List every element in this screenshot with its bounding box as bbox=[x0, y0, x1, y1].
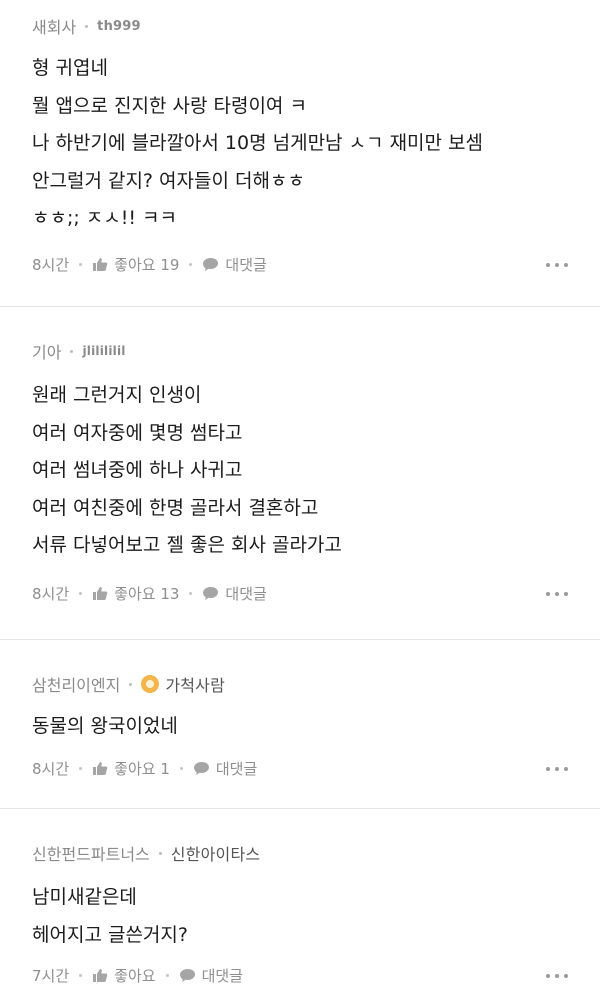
comment-line: 서류 다넣어보고 젤 좋은 회사 골라가고 bbox=[32, 534, 342, 556]
reply-button[interactable]: 대댓글 bbox=[202, 254, 267, 275]
separator-dot bbox=[79, 592, 83, 595]
more-options-icon[interactable] bbox=[546, 591, 568, 596]
comment-actions: 8시간 좋아요 1 대댓글 bbox=[32, 758, 568, 779]
badge-icon bbox=[141, 675, 160, 693]
comment-author[interactable]: 새회사 th999 bbox=[32, 0, 568, 38]
author-company: 삼천리이엔지 bbox=[32, 676, 121, 695]
comment-line: 원래 그런거지 인생이 bbox=[32, 384, 202, 406]
thumbs-up-icon bbox=[93, 587, 108, 600]
comment-item: 삼천리이엔지 가척사람 동물의 왕국이었네 8시간 좋아요 1 대댓글 bbox=[0, 640, 600, 808]
separator-dot bbox=[179, 767, 183, 770]
comment-time: 8시간 bbox=[32, 256, 70, 274]
separator-dot bbox=[189, 592, 193, 595]
comment-author[interactable]: 신한펀드파트너스 신한아이타스 bbox=[32, 809, 568, 865]
like-label: 좋아요 1 bbox=[114, 760, 170, 778]
like-button[interactable]: 좋아요 19 bbox=[92, 254, 179, 275]
thumbs-up-icon bbox=[93, 969, 108, 982]
reply-label: 대댓글 bbox=[201, 967, 243, 985]
separator-dot bbox=[79, 767, 83, 770]
comment-line: 여러 여친중에 한명 골라서 결혼하고 bbox=[32, 496, 319, 519]
like-button[interactable]: 좋아요 1 bbox=[92, 758, 170, 779]
author-company: 신한펀드파트너스 bbox=[32, 845, 150, 864]
comment-body: 형 귀엽네 뭘 앱으로 진지한 사랑 타령이여 ㅋ 나 하반기에 블라깔아서 1… bbox=[32, 50, 568, 238]
comment-line: 헤어지고 글쓴거지? bbox=[32, 923, 188, 946]
thumbs-up-icon bbox=[93, 762, 108, 775]
comment-item: 신한펀드파트너스 신한아이타스 남미새같은데 헤어지고 글쓴거지? 7시간 좋아… bbox=[0, 809, 600, 1007]
reply-button[interactable]: 대댓글 bbox=[179, 965, 243, 986]
comment-line: 동물의 왕국이었네 bbox=[32, 715, 178, 737]
comment-author[interactable]: 기아 jlilililil bbox=[32, 307, 568, 363]
comment-line: 안그럴거 같지? 여자들이 더해ㅎㅎ bbox=[32, 169, 305, 192]
like-label: 좋아요 13 bbox=[114, 585, 180, 603]
more-options-icon[interactable] bbox=[546, 973, 568, 978]
comment-line: 여러 썸녀중에 하나 사귀고 bbox=[32, 459, 243, 481]
like-label: 좋아요 19 bbox=[114, 256, 180, 274]
separator-dot bbox=[158, 851, 162, 855]
author-company: 새회사 bbox=[32, 18, 77, 37]
reply-label: 대댓글 bbox=[225, 256, 267, 274]
separator-dot bbox=[79, 974, 83, 977]
comment-body: 원래 그런거지 인생이 여러 여자중에 몇명 썸타고 여러 썸녀중에 하나 사귀… bbox=[32, 377, 568, 565]
comment-line: ㅎㅎ;; ㅈㅅ!! ㅋㅋ bbox=[32, 207, 177, 229]
author-nickname: jlilililil bbox=[82, 344, 126, 358]
like-button[interactable]: 좋아요 13 bbox=[92, 583, 179, 604]
comment-actions: 8시간 좋아요 19 대댓글 bbox=[32, 254, 568, 275]
comment-time: 8시간 bbox=[32, 585, 70, 603]
comment-line: 나 하반기에 블라깔아서 10명 넘게만남 ㅅㄱ 재미만 보셈 bbox=[32, 132, 484, 154]
comment-item: 새회사 th999 형 귀엽네 뭘 앱으로 진지한 사랑 타령이여 ㅋ 나 하반… bbox=[0, 0, 600, 306]
like-button[interactable]: 좋아요 bbox=[92, 965, 156, 986]
comment-line: 형 귀엽네 bbox=[32, 57, 108, 79]
author-company: 기아 bbox=[32, 343, 62, 362]
comment-line: 남미새같은데 bbox=[32, 886, 137, 908]
speech-bubble-icon bbox=[179, 969, 195, 982]
comment-actions: 8시간 좋아요 13 대댓글 bbox=[32, 583, 568, 604]
reply-label: 대댓글 bbox=[215, 760, 258, 778]
author-nickname: 신한아이타스 bbox=[170, 845, 261, 864]
speech-bubble-icon bbox=[203, 587, 219, 600]
comment-line: 여러 여자중에 몇명 썸타고 bbox=[32, 421, 243, 444]
more-options-icon[interactable] bbox=[546, 262, 568, 267]
comment-item: 기아 jlilililil 원래 그런거지 인생이 여러 여자중에 몇명 썸타고… bbox=[0, 307, 600, 639]
like-label: 좋아요 bbox=[114, 967, 156, 985]
more-options-icon[interactable] bbox=[546, 766, 568, 771]
separator-dot bbox=[165, 974, 169, 977]
separator-dot bbox=[79, 263, 83, 266]
reply-button[interactable]: 대댓글 bbox=[202, 583, 267, 604]
speech-bubble-icon bbox=[203, 258, 219, 271]
reply-button[interactable]: 대댓글 bbox=[193, 758, 257, 779]
author-nickname: 가척사람 bbox=[165, 676, 226, 695]
author-nickname: th999 bbox=[97, 18, 141, 34]
comment-actions: 7시간 좋아요 대댓글 bbox=[32, 965, 568, 986]
separator-dot bbox=[189, 263, 193, 266]
thumbs-up-icon bbox=[93, 258, 108, 271]
separator-dot bbox=[70, 349, 74, 353]
comment-line: 뭘 앱으로 진지한 사랑 타령이여 ㅋ bbox=[32, 94, 307, 117]
comment-time: 8시간 bbox=[32, 760, 70, 778]
comment-body: 남미새같은데 헤어지고 글쓴거지? bbox=[32, 879, 568, 954]
separator-dot bbox=[129, 682, 133, 686]
reply-label: 대댓글 bbox=[225, 585, 267, 603]
speech-bubble-icon bbox=[193, 762, 209, 775]
comment-body: 동물의 왕국이었네 bbox=[32, 708, 568, 746]
separator-dot bbox=[85, 24, 89, 28]
comment-time: 7시간 bbox=[32, 967, 70, 985]
comment-author[interactable]: 삼천리이엔지 가척사람 bbox=[32, 640, 568, 696]
